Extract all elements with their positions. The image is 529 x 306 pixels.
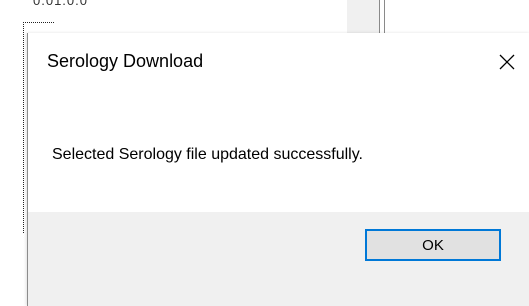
background-splitter[interactable] <box>379 0 385 36</box>
close-icon <box>499 54 515 70</box>
ok-button[interactable]: OK <box>365 229 501 261</box>
dialog-message: Selected Serology file updated successfu… <box>52 146 363 163</box>
message-dialog: Serology Download Selected Serology file… <box>27 33 529 306</box>
dialog-titlebar[interactable]: Serology Download <box>28 33 529 91</box>
dialog-title: Serology Download <box>47 51 204 71</box>
close-button[interactable] <box>484 39 529 85</box>
background-version-text: 0.01.0.0 <box>33 0 88 8</box>
background-panel <box>347 0 379 36</box>
